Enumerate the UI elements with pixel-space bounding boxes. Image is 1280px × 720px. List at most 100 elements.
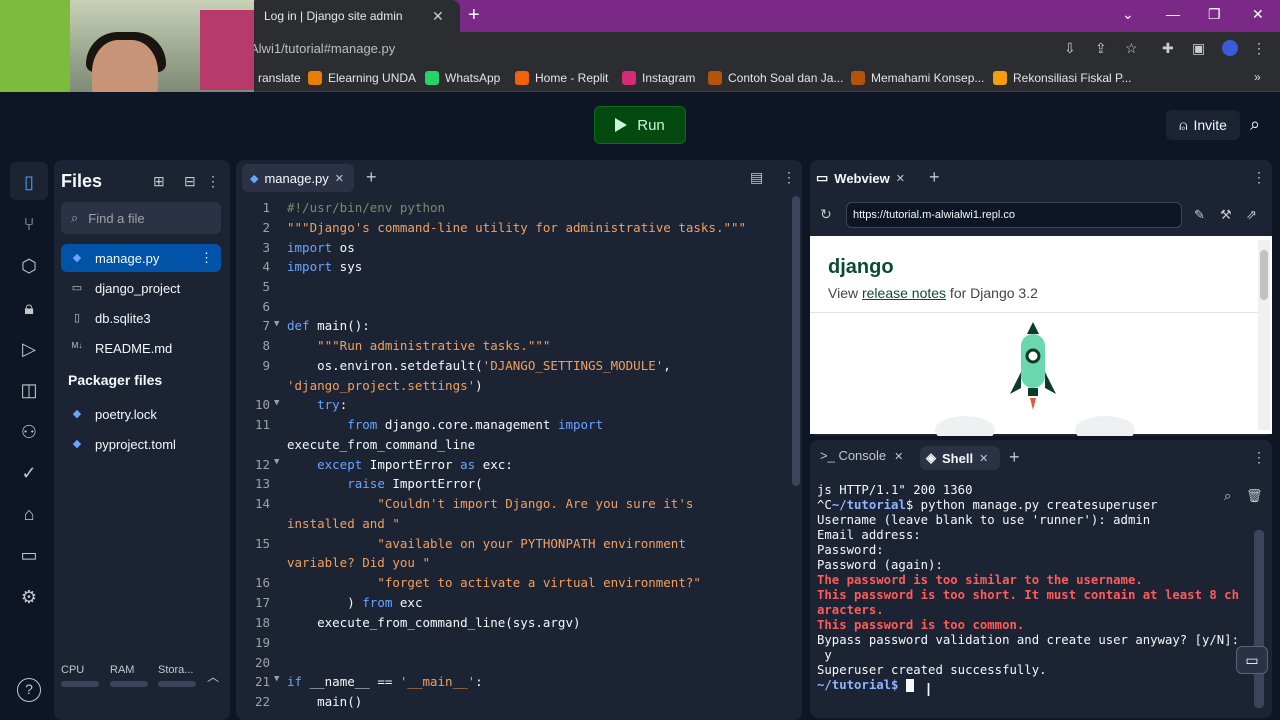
editor-scrollbar[interactable] (792, 196, 800, 486)
subtitle-prefix: View (828, 285, 862, 301)
file-item-poetry-lock[interactable]: ◆ poetry.lock (61, 400, 221, 428)
search-icon[interactable]: ⌕ (1250, 114, 1260, 135)
maximize-icon[interactable]: ❐ (1208, 6, 1221, 23)
fold-arrow-icon[interactable]: ▼ (274, 319, 279, 329)
line-number: 3 (262, 240, 270, 255)
terminal-error-line: This password is too short. It must cont… (817, 588, 1239, 602)
bookmark-item[interactable]: Instagram (622, 71, 695, 85)
line-number: 8 (262, 338, 270, 353)
run-button[interactable]: Run (594, 106, 686, 144)
webview-url-input[interactable]: https://tutorial.m-alwialwi1.repl.co (846, 202, 1182, 228)
fold-arrow-icon[interactable]: ▼ (274, 674, 279, 684)
bookmark-item[interactable]: WhatsApp (425, 71, 500, 85)
release-notes-link[interactable]: release notes (862, 285, 946, 301)
chat-icon[interactable]: ▭ (17, 543, 41, 567)
bookmarks-overflow-icon[interactable]: » (1254, 70, 1261, 84)
reload-icon[interactable]: ↻ (820, 206, 832, 223)
line-number: 15 (254, 536, 270, 551)
shell-tab[interactable]: ◈ Shell ✕ (920, 446, 1000, 470)
webview-new-tab-icon[interactable]: + (929, 167, 940, 188)
url-text[interactable]: Alwi1/tutorial#manage.py (250, 41, 395, 56)
shell-new-tab-icon[interactable]: + (1009, 447, 1020, 468)
browser-tab-django-admin[interactable]: Log in | Django site admin (250, 0, 460, 32)
line-number: 5 (262, 279, 270, 294)
new-folder-icon[interactable]: ⊟ (184, 173, 196, 190)
webview-scrollbar-thumb[interactable] (1260, 250, 1268, 300)
close-tab-icon[interactable]: ✕ (979, 452, 988, 465)
line-number: 17 (254, 595, 270, 610)
share-icon[interactable]: ⇪ (1095, 40, 1107, 57)
invite-label: Invite (1193, 117, 1227, 133)
devtools-wrench-icon[interactable]: ⚒ (1220, 207, 1232, 223)
editor-tab-manage-py[interactable]: ◆ manage.py ✕ (242, 164, 354, 192)
bookmark-star-icon[interactable]: ☆ (1125, 40, 1138, 57)
secrets-lock-icon[interactable]: 🔒︎ (17, 296, 41, 320)
files-more-icon[interactable]: ⋮ (206, 173, 220, 190)
invite-button[interactable]: ⍝ Invite (1166, 110, 1240, 140)
shell-more-icon[interactable]: ⋮ (1252, 449, 1266, 466)
tab-search-chevron-icon[interactable]: ⌄ (1122, 6, 1134, 23)
check-icon[interactable]: ✓ (17, 461, 41, 485)
bookmark-item[interactable]: Elearning UNDA (308, 71, 416, 85)
bookmark-item[interactable]: Home - Replit (515, 71, 608, 85)
git-icon[interactable]: ⑂ (17, 212, 41, 236)
file-item-manage-py[interactable]: ◆ manage.py ⋮ (61, 244, 221, 272)
window-close-icon[interactable]: ✕ (1252, 6, 1264, 23)
minimize-icon[interactable]: — (1166, 6, 1180, 22)
console-tab[interactable]: >_ Console ✕ (820, 448, 903, 463)
line-number: 18 (254, 615, 270, 630)
webview-more-icon[interactable]: ⋮ (1252, 169, 1266, 186)
bookmark-label: WhatsApp (445, 71, 501, 85)
help-icon[interactable]: ? (17, 678, 41, 702)
close-tab-icon[interactable]: ✕ (335, 172, 344, 185)
close-tab-icon[interactable]: ✕ (432, 8, 444, 25)
bookmark-label: Rekonsiliasi Fiskal P... (1013, 71, 1132, 85)
fold-arrow-icon[interactable]: ▼ (274, 398, 279, 408)
line-number: 16 (254, 575, 270, 590)
find-file-input[interactable]: ⌕ Find a file (61, 202, 221, 234)
close-tab-icon[interactable]: ✕ (896, 172, 905, 185)
chat-bubble-button[interactable]: ▭ (1236, 646, 1268, 674)
code-line: """Django's command-line utility for adm… (287, 220, 747, 235)
packages-icon[interactable]: ⬡ (17, 254, 41, 278)
file-item-readme[interactable]: M↓ README.md (61, 334, 221, 362)
file-item-db-sqlite3[interactable]: ▯ db.sqlite3 (61, 304, 221, 332)
edit-pencil-icon[interactable]: ✎ (1194, 207, 1205, 223)
terminal-output[interactable]: js HTTP/1.1" 200 1360 ^C~/tutorial$ pytho… (817, 483, 1257, 693)
file-label: db.sqlite3 (95, 310, 151, 326)
code-line: installed and " (287, 516, 400, 531)
bookmark-item[interactable]: Memahami Konsep... (851, 71, 984, 85)
editor-more-icon[interactable]: ⋮ (782, 169, 796, 186)
whatsapp-icon (425, 71, 439, 85)
file-item-pyproject-toml[interactable]: ◆ pyproject.toml (61, 430, 221, 458)
install-icon[interactable]: ⇩ (1064, 40, 1076, 57)
bookmark-item[interactable]: Rekonsiliasi Fiskal P... (993, 71, 1132, 85)
inbox-icon[interactable]: ⌂ (17, 502, 41, 526)
file-item-django-project[interactable]: ▭ django_project (61, 274, 221, 302)
webview-tab[interactable]: ▭ Webview ✕ (816, 166, 916, 190)
code-line: os.environ.setdefault('DJANGO_SETTINGS_M… (287, 358, 671, 373)
profile-avatar[interactable] (1222, 40, 1238, 56)
editor-layout-icon[interactable]: ▤ (750, 169, 763, 186)
database-icon[interactable]: ◫ (17, 378, 41, 402)
bookmark-item[interactable]: Contoh Soal dan Ja... (708, 71, 843, 85)
code-line: def main(): (287, 318, 370, 333)
files-icon[interactable]: ▯ (17, 170, 41, 194)
more-menu-icon[interactable]: ⋮ (1252, 40, 1266, 57)
prompt-path: ~/tutorial (831, 498, 906, 512)
sidepanel-icon[interactable]: ▣ (1192, 40, 1205, 57)
resources-collapse-icon[interactable]: ︿ (207, 668, 219, 685)
new-tab-button[interactable]: + (468, 4, 480, 27)
terminal-scrollbar[interactable] (1254, 530, 1264, 708)
open-new-window-icon[interactable]: ⇗ (1246, 207, 1257, 223)
file-more-icon[interactable]: ⋮ (200, 250, 213, 266)
new-file-icon[interactable]: ⊞ (153, 173, 165, 190)
editor-new-tab-icon[interactable]: + (366, 167, 377, 188)
fold-arrow-icon[interactable]: ▼ (274, 457, 279, 467)
extensions-icon[interactable]: ✚ (1162, 40, 1174, 57)
close-tab-icon[interactable]: ✕ (894, 451, 903, 463)
debugger-icon[interactable]: ▷ (17, 337, 41, 361)
user-icon[interactable]: ⚇ (17, 420, 41, 444)
code-area[interactable]: 1 2 3 4 5 6 7 8 9 10 11 12 13 14 15 16 17 18 19 20 21 22 ▼ ▼ … (236, 198, 802, 718)
settings-gear-icon[interactable]: ⚙ (17, 585, 41, 609)
